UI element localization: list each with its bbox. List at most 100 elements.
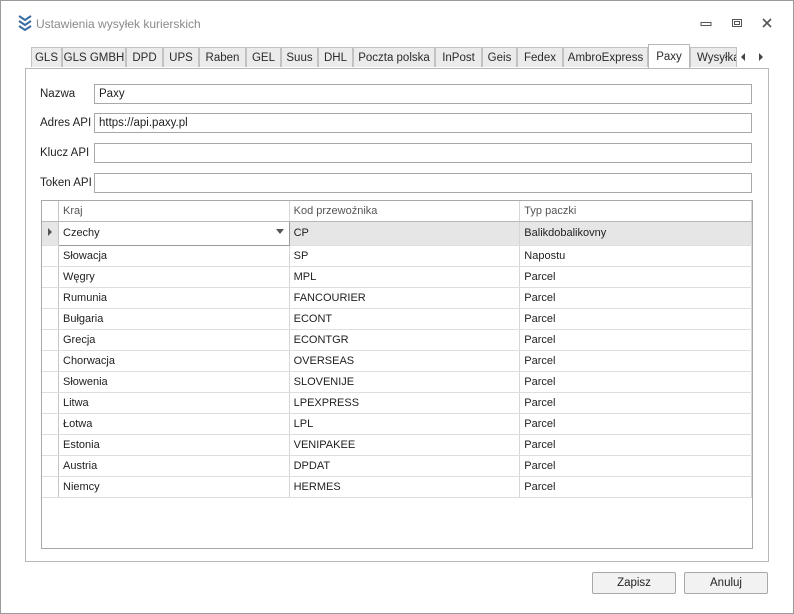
- country-cell[interactable]: Austria: [58, 455, 290, 477]
- column-header-country[interactable]: Kraj: [58, 201, 290, 222]
- country-cell[interactable]: Rumunia: [58, 287, 290, 309]
- package-type-cell[interactable]: Parcel: [519, 287, 752, 309]
- api-address-field[interactable]: [94, 113, 752, 133]
- package-type-cell[interactable]: Parcel: [519, 434, 752, 456]
- tab-gls[interactable]: GLS: [31, 47, 62, 67]
- country-cell[interactable]: Słowacja: [58, 245, 290, 267]
- api-token-field[interactable]: [94, 173, 752, 193]
- country-cell[interactable]: Bułgaria: [58, 308, 290, 330]
- table-row[interactable]: Bułgaria ECONT Parcel: [42, 308, 752, 330]
- tab-geis[interactable]: Geis: [482, 47, 517, 67]
- carrier-code-cell[interactable]: HERMES: [289, 476, 521, 498]
- save-button[interactable]: Zapisz: [592, 572, 676, 594]
- tab-ups[interactable]: UPS: [163, 47, 199, 67]
- table-row[interactable]: Łotwa LPL Parcel: [42, 413, 752, 435]
- table-row[interactable]: Litwa LPEXPRESS Parcel: [42, 392, 752, 414]
- row-indicator: [42, 413, 59, 435]
- tab-gls-gmbh[interactable]: GLS GMBH: [62, 47, 126, 67]
- restore-button[interactable]: [726, 13, 748, 33]
- current-row-arrow-icon: [48, 227, 52, 236]
- package-type-cell[interactable]: Parcel: [519, 476, 752, 498]
- table-row[interactable]: Węgry MPL Parcel: [42, 266, 752, 288]
- package-type-cell[interactable]: Parcel: [519, 392, 752, 414]
- carrier-code-cell[interactable]: ECONT: [289, 308, 521, 330]
- api-token-label: Token API: [40, 177, 92, 189]
- carrier-code-cell[interactable]: LPL: [289, 413, 521, 435]
- package-type-cell[interactable]: Napostu: [519, 245, 752, 267]
- carrier-code-cell[interactable]: SP: [289, 245, 521, 267]
- tab-poczta-polska[interactable]: Poczta polska: [353, 47, 435, 67]
- country-cell[interactable]: Estonia: [58, 434, 290, 456]
- country-cell[interactable]: Grecja: [58, 329, 290, 351]
- table-row[interactable]: Estonia VENIPAKEE Parcel: [42, 434, 752, 456]
- row-indicator: [42, 221, 59, 246]
- row-indicator: [42, 350, 59, 372]
- carrier-code-cell[interactable]: DPDAT: [289, 455, 521, 477]
- tab-suus[interactable]: Suus: [281, 47, 318, 67]
- country-cell[interactable]: Chorwacja: [58, 350, 290, 372]
- api-key-field[interactable]: [94, 143, 752, 163]
- chevron-down-icon: [275, 229, 284, 234]
- carrier-code-cell[interactable]: CP: [289, 221, 521, 246]
- arrow-left-icon: [741, 53, 745, 61]
- carrier-code-cell[interactable]: VENIPAKEE: [289, 434, 521, 456]
- country-cell[interactable]: Łotwa: [58, 413, 290, 435]
- minimize-button[interactable]: [695, 13, 717, 33]
- table-row[interactable]: Czechy CP Balikdobalikovny: [42, 220, 752, 246]
- tab-paxy[interactable]: Paxy: [648, 44, 690, 68]
- package-type-cell[interactable]: Parcel: [519, 413, 752, 435]
- table-row[interactable]: Grecja ECONTGR Parcel: [42, 329, 752, 351]
- cancel-button[interactable]: Anuluj: [684, 572, 768, 594]
- package-type-cell[interactable]: Parcel: [519, 371, 752, 393]
- tab-fedex[interactable]: Fedex: [517, 47, 563, 67]
- carrier-code-cell[interactable]: LPEXPRESS: [289, 392, 521, 414]
- table-row[interactable]: Rumunia FANCOURIER Parcel: [42, 287, 752, 309]
- package-type-cell[interactable]: Parcel: [519, 329, 752, 351]
- column-header-carrier-code[interactable]: Kod przewoźnika: [289, 201, 521, 222]
- country-cell-editor[interactable]: Czechy: [58, 220, 290, 246]
- carrier-code-cell[interactable]: MPL: [289, 266, 521, 288]
- title-bar[interactable]: Ustawienia wysyłek kurierskich: [1, 1, 793, 33]
- row-indicator: [42, 308, 59, 330]
- table-row[interactable]: Chorwacja OVERSEAS Parcel: [42, 350, 752, 372]
- window-title: Ustawienia wysyłek kurierskich: [36, 17, 201, 31]
- close-icon: [762, 18, 772, 28]
- package-type-cell[interactable]: Parcel: [519, 266, 752, 288]
- country-dropdown-button[interactable]: [273, 225, 287, 239]
- tab-gel[interactable]: GEL: [246, 47, 281, 67]
- carrier-code-cell[interactable]: FANCOURIER: [289, 287, 521, 309]
- restore-icon: [732, 19, 742, 27]
- name-label: Nazwa: [40, 88, 76, 100]
- package-type-cell[interactable]: Balikdobalikovny: [519, 221, 752, 246]
- table-row[interactable]: Niemcy HERMES Parcel: [42, 476, 752, 498]
- country-cell[interactable]: Litwa: [58, 392, 290, 414]
- api-key-label: Klucz API: [40, 147, 90, 159]
- table-row[interactable]: Słowacja SP Napostu: [42, 245, 752, 267]
- country-cell[interactable]: Niemcy: [58, 476, 290, 498]
- country-combobox-value: Czechy: [63, 227, 100, 239]
- table-row[interactable]: Słowenia SLOVENIJE Parcel: [42, 371, 752, 393]
- tab-ambroexpress[interactable]: AmbroExpress: [563, 47, 648, 67]
- carrier-code-cell[interactable]: SLOVENIJE: [289, 371, 521, 393]
- package-type-cell[interactable]: Parcel: [519, 455, 752, 477]
- tab-raben[interactable]: Raben: [199, 47, 246, 67]
- table-row[interactable]: Austria DPDAT Parcel: [42, 455, 752, 477]
- tab-dpd[interactable]: DPD: [126, 47, 163, 67]
- tabs-scroll-left-button[interactable]: [736, 49, 750, 65]
- carrier-code-cell[interactable]: OVERSEAS: [289, 350, 521, 372]
- tabs-scroll-right-button[interactable]: [754, 49, 768, 65]
- package-type-cell[interactable]: Parcel: [519, 350, 752, 372]
- close-button[interactable]: [756, 13, 778, 33]
- carrier-code-cell[interactable]: ECONTGR: [289, 329, 521, 351]
- column-header-package-type[interactable]: Typ paczki: [519, 201, 752, 222]
- row-indicator: [42, 329, 59, 351]
- name-field[interactable]: [94, 84, 752, 104]
- country-cell[interactable]: Słowenia: [58, 371, 290, 393]
- row-indicator: [42, 392, 59, 414]
- tab-wysylka[interactable]: Wysyłka: [690, 47, 737, 67]
- chevrons-down-icon: [17, 15, 33, 32]
- country-cell[interactable]: Węgry: [58, 266, 290, 288]
- tab-dhl[interactable]: DHL: [318, 47, 353, 67]
- tab-inpost[interactable]: InPost: [435, 47, 482, 67]
- package-type-cell[interactable]: Parcel: [519, 308, 752, 330]
